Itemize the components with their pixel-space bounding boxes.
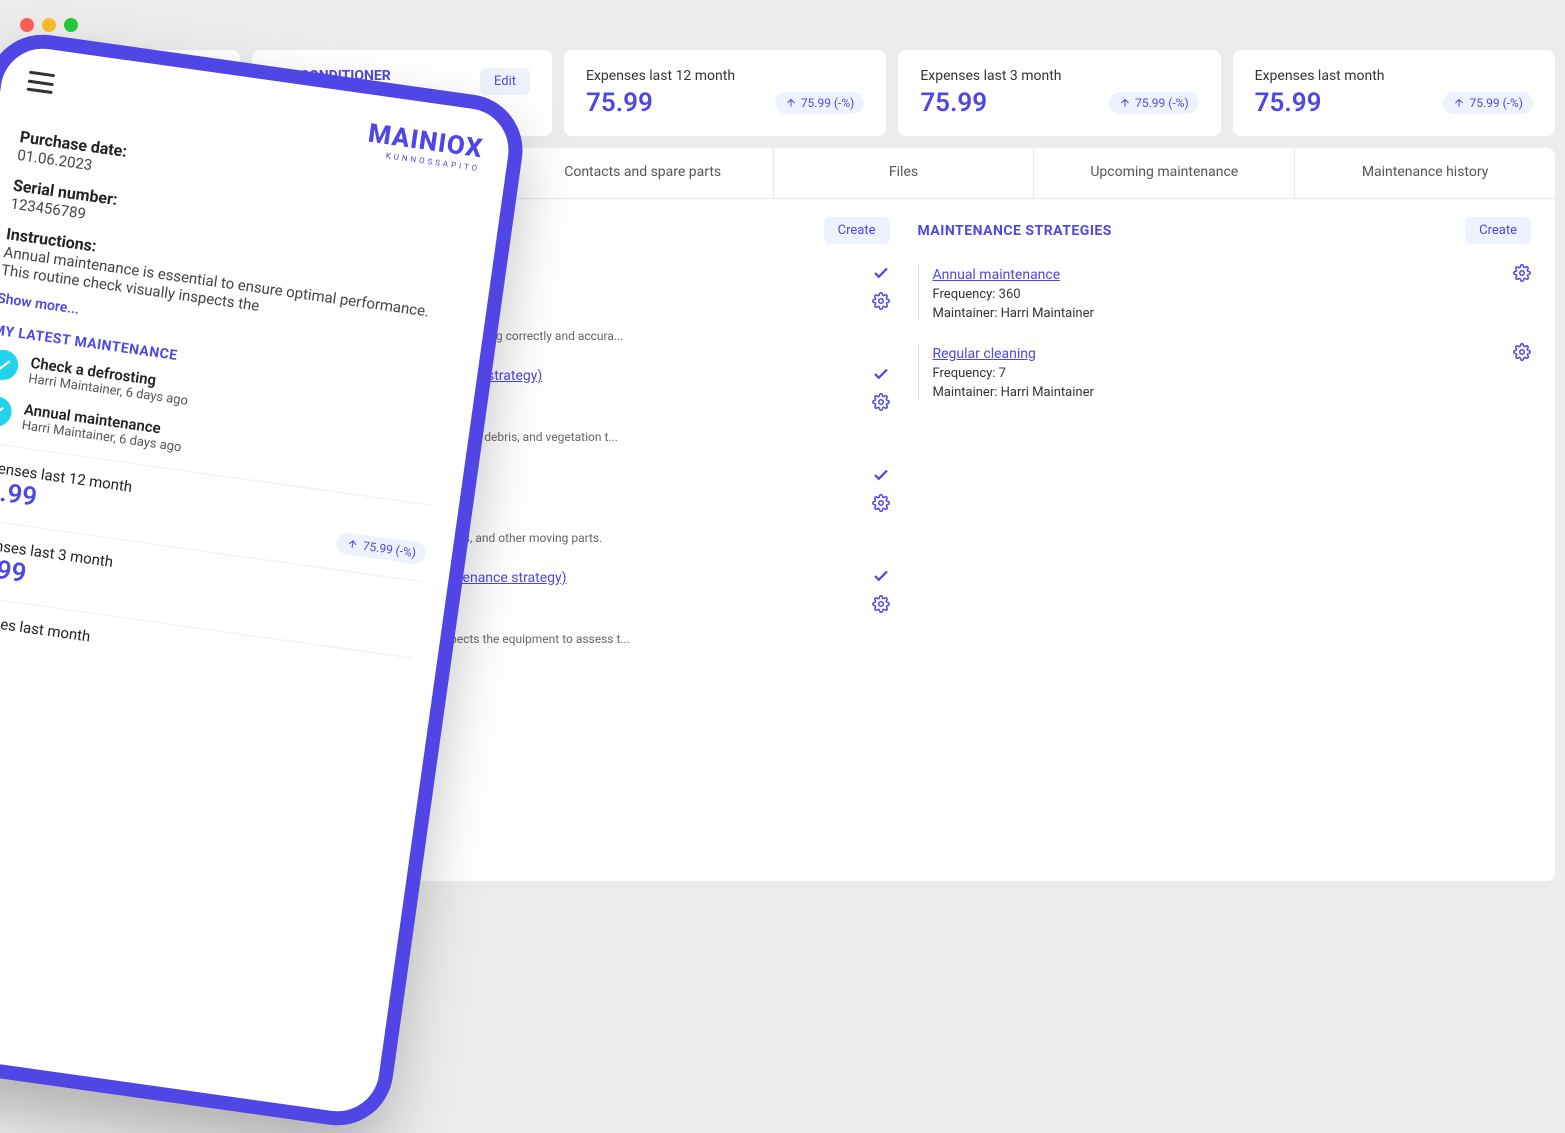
- kpi-badge: 75.99 (-%): [775, 92, 865, 114]
- strategy-item: Regular cleaning Frequency: 7 Maintainer: …: [918, 343, 1532, 400]
- kpi-value: 75.99: [1255, 88, 1322, 118]
- strategy-item: Annual maintenance Frequency: 360 Maintain…: [918, 264, 1532, 321]
- kpi-badge: 75.99 (-%): [1109, 92, 1199, 114]
- arrow-up-icon: [1453, 97, 1465, 109]
- strategy-item-title[interactable]: Regular cleaning: [933, 346, 1036, 362]
- phone-kpi-badge: 75.99 (-%): [336, 531, 428, 565]
- gear-icon[interactable]: [872, 393, 890, 411]
- strategies-title: MAINTENANCE STRATEGIES: [918, 223, 1112, 239]
- phone-mockup: MAINIOX KUNNOSSAPITO Purchase date:01.06…: [0, 27, 530, 1132]
- gear-icon[interactable]: [1513, 264, 1531, 282]
- check-icon[interactable]: [872, 365, 890, 383]
- strategy-item-freq: Frequency: 360: [933, 287, 1500, 302]
- edit-button[interactable]: Edit: [480, 68, 530, 95]
- tab-maintenance-history[interactable]: Maintenance history: [1295, 148, 1555, 198]
- strategy-item-maintainer: Maintainer: Harri Maintainer: [933, 385, 1500, 400]
- tab-files[interactable]: Files: [774, 148, 1035, 198]
- menu-icon[interactable]: [27, 71, 56, 94]
- strategy-item-maintainer: Maintainer: Harri Maintainer: [933, 306, 1500, 321]
- window-titlebar: [0, 0, 1565, 50]
- kpi-label: Expenses last month: [1255, 68, 1533, 84]
- calendar-create-button[interactable]: Create: [824, 217, 890, 244]
- strategy-item-title[interactable]: Annual maintenance: [933, 267, 1061, 283]
- kpi-label: Expenses last 12 month: [586, 68, 864, 84]
- minimize-window-icon[interactable]: [42, 18, 56, 32]
- strategies-create-button[interactable]: Create: [1465, 217, 1531, 244]
- gear-icon[interactable]: [1513, 343, 1531, 361]
- strategy-item-freq: Frequency: 7: [933, 366, 1500, 381]
- check-icon[interactable]: [872, 466, 890, 484]
- close-window-icon[interactable]: [20, 18, 34, 32]
- maximize-window-icon[interactable]: [64, 18, 78, 32]
- check-circle-icon: [0, 394, 14, 428]
- strategies-section: MAINTENANCE STRATEGIES Create Annual mai…: [918, 217, 1532, 668]
- gear-icon[interactable]: [872, 595, 890, 613]
- kpi-label: Expenses last 3 month: [920, 68, 1198, 84]
- tab-contacts-and-spare-parts[interactable]: Contacts and spare parts: [513, 148, 774, 198]
- kpi-value: 75.99: [586, 88, 653, 118]
- kpi-card: Expenses last month 75.99 75.99 (-%): [1233, 50, 1555, 136]
- kpi-card: Expenses last 3 month 75.99 75.99 (-%): [898, 50, 1220, 136]
- kpi-card: Expenses last 12 month 75.99 75.99 (-%): [564, 50, 886, 136]
- arrow-up-icon: [346, 538, 360, 552]
- gear-icon[interactable]: [872, 494, 890, 512]
- kpi-badge: 75.99 (-%): [1443, 92, 1533, 114]
- check-icon[interactable]: [872, 264, 890, 282]
- kpi-value: 75.99: [920, 88, 987, 118]
- gear-icon[interactable]: [872, 292, 890, 310]
- arrow-up-icon: [1119, 97, 1131, 109]
- tab-upcoming-maintenance[interactable]: Upcoming maintenance: [1034, 148, 1295, 198]
- check-circle-icon: [0, 348, 20, 382]
- arrow-up-icon: [785, 97, 797, 109]
- check-icon[interactable]: [872, 567, 890, 585]
